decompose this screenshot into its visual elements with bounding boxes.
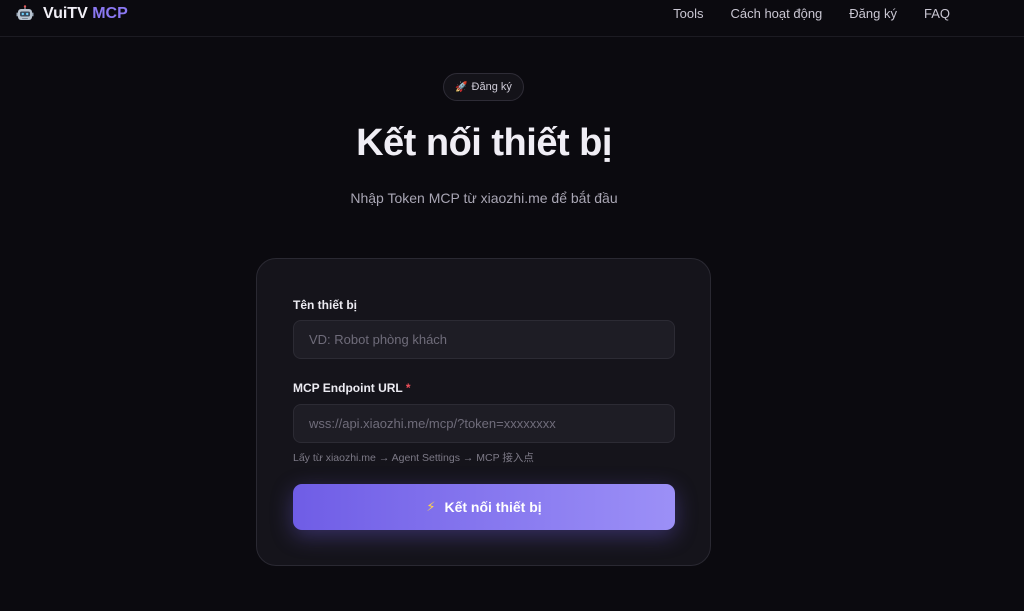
nav-link-faq[interactable]: FAQ	[924, 6, 950, 21]
robot-icon	[16, 5, 34, 20]
connect-device-form: Tên thiết bị MCP Endpoint URL * Lấy từ x…	[256, 258, 711, 566]
register-badge[interactable]: 🚀 Đăng ký	[443, 73, 524, 101]
required-mark: *	[405, 381, 411, 395]
endpoint-label-text: MCP Endpoint URL	[293, 381, 403, 395]
rocket-icon: 🚀	[455, 81, 468, 93]
top-navbar: VuiTV MCP Tools Cách hoạt động Đăng ký F…	[0, 0, 1024, 37]
lightning-icon: ⚡	[426, 499, 436, 514]
device-name-label: Tên thiết bị	[293, 298, 357, 312]
brand-name-main: VuiTV	[43, 5, 88, 22]
endpoint-label: MCP Endpoint URL *	[293, 381, 411, 395]
page-subtitle: Nhập Token MCP từ xiaozhi.me để bắt đầu	[350, 190, 618, 206]
brand-name: VuiTV MCP	[43, 5, 128, 23]
nav-link-register[interactable]: Đăng ký	[849, 6, 897, 21]
endpoint-url-input[interactable]	[293, 404, 675, 443]
brand-logo[interactable]: VuiTV MCP	[16, 4, 128, 24]
nav-links: Tools Cách hoạt động Đăng ký FAQ	[673, 6, 950, 21]
connect-device-button[interactable]: ⚡ Kết nối thiết bị	[293, 484, 675, 530]
device-name-input[interactable]	[293, 320, 675, 359]
brand-name-accent: MCP	[92, 5, 128, 22]
connect-device-button-label: Kết nối thiết bị	[444, 499, 542, 515]
nav-link-tools[interactable]: Tools	[673, 6, 703, 21]
register-badge-label: Đăng ký	[471, 81, 512, 93]
endpoint-hint: Lấy từ xiaozhi.me → Agent Settings → MCP…	[293, 452, 534, 464]
page-title: Kết nối thiết bị	[356, 122, 612, 164]
nav-link-how-it-works[interactable]: Cách hoạt động	[730, 6, 822, 21]
